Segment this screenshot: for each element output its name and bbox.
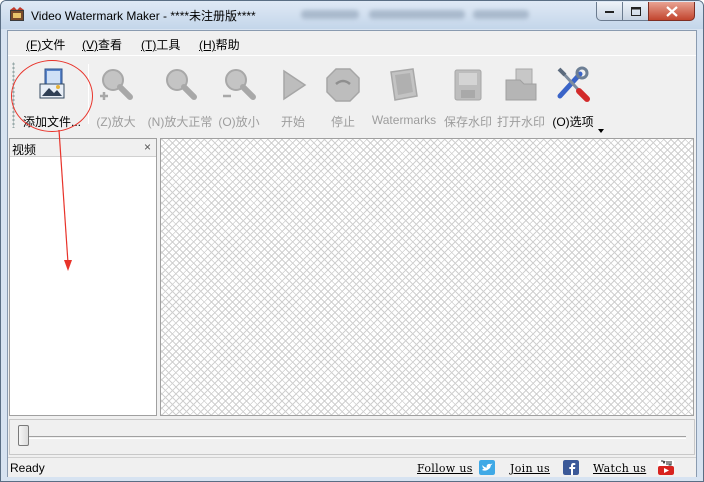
- menu-accelerator: (F): [26, 38, 42, 52]
- close-icon: [665, 5, 678, 17]
- facebook-icon[interactable]: [563, 460, 579, 475]
- menu-accelerator: (V): [82, 38, 98, 52]
- zoom-out-icon: [223, 69, 256, 100]
- zoom-in-icon: [100, 69, 133, 100]
- blurred-title-region: [301, 10, 359, 19]
- blurred-title-region: [473, 10, 529, 19]
- toolbar: 添加文件... (Z)放大 (N)放大正常 (O)放小 开始 停止 Waterm…: [8, 55, 696, 137]
- options-tools-icon: [557, 66, 590, 102]
- options-button[interactable]: (O)选项: [543, 60, 603, 136]
- menu-accelerator: (H): [199, 38, 216, 52]
- toolbar-overflow-chevron-icon[interactable]: [598, 129, 604, 133]
- menu-bar: (F)文件 (V)查看 (T)工具 (H)帮助: [8, 31, 696, 55]
- save-watermark-icon: [454, 69, 482, 101]
- seek-slider-thumb[interactable]: [18, 425, 29, 446]
- open-watermark-icon: [505, 68, 537, 101]
- options-label: (O)选项: [552, 115, 594, 129]
- menu-label: 工具: [156, 38, 181, 52]
- youtube-icon[interactable]: [658, 460, 674, 475]
- app-window: Video Watermark Maker - ****未注册版**** (F)…: [0, 0, 704, 482]
- menu-label: 文件: [41, 38, 66, 52]
- watch-us-link[interactable]: Watch us: [593, 462, 646, 475]
- menu-tools[interactable]: (T)工具: [141, 36, 180, 53]
- menu-file[interactable]: (F)文件: [26, 36, 65, 53]
- blurred-title-region: [369, 10, 465, 19]
- video-panel-title: 视频: [12, 143, 37, 157]
- video-panel: 视频 ×: [9, 138, 157, 416]
- menu-help[interactable]: (H)帮助: [199, 36, 240, 53]
- maximize-button[interactable]: [622, 2, 649, 21]
- minimize-icon: [605, 11, 614, 13]
- menu-accelerator: (T): [141, 38, 157, 52]
- twitter-icon[interactable]: [479, 460, 495, 475]
- client-area: (F)文件 (V)查看 (T)工具 (H)帮助 添加文件... (Z)放大 (N…: [7, 30, 697, 477]
- minimize-button[interactable]: [596, 2, 623, 21]
- watermarks-button[interactable]: Watermarks: [372, 60, 436, 136]
- status-text: Ready: [10, 461, 45, 475]
- preview-canvas[interactable]: [160, 138, 694, 416]
- seek-bar-area: [9, 419, 695, 455]
- menu-label: 帮助: [215, 38, 240, 52]
- window-title: Video Watermark Maker - ****未注册版****: [31, 9, 256, 23]
- menu-label: 查看: [98, 38, 123, 52]
- app-icon: [10, 7, 24, 21]
- watermarks-icon: [390, 68, 418, 101]
- title-bar[interactable]: Video Watermark Maker - ****未注册版****: [1, 1, 703, 29]
- close-button[interactable]: [648, 2, 695, 21]
- seek-track[interactable]: [18, 436, 686, 439]
- follow-us-link[interactable]: Follow us: [417, 462, 473, 475]
- video-panel-close-icon[interactable]: ×: [144, 140, 151, 154]
- menu-view[interactable]: (V)查看: [82, 36, 122, 53]
- join-us-link[interactable]: Join us: [510, 462, 550, 475]
- zoom-in-button[interactable]: (Z)放大: [86, 60, 146, 136]
- video-panel-header: 视频 ×: [10, 139, 156, 157]
- play-icon: [283, 69, 307, 101]
- status-bar: Ready Follow us Join us Watch us: [8, 457, 696, 477]
- zoom-normal-icon: [166, 69, 197, 100]
- maximize-icon: [630, 6, 641, 16]
- annotation-circle: [11, 60, 93, 132]
- stop-icon: [326, 68, 360, 102]
